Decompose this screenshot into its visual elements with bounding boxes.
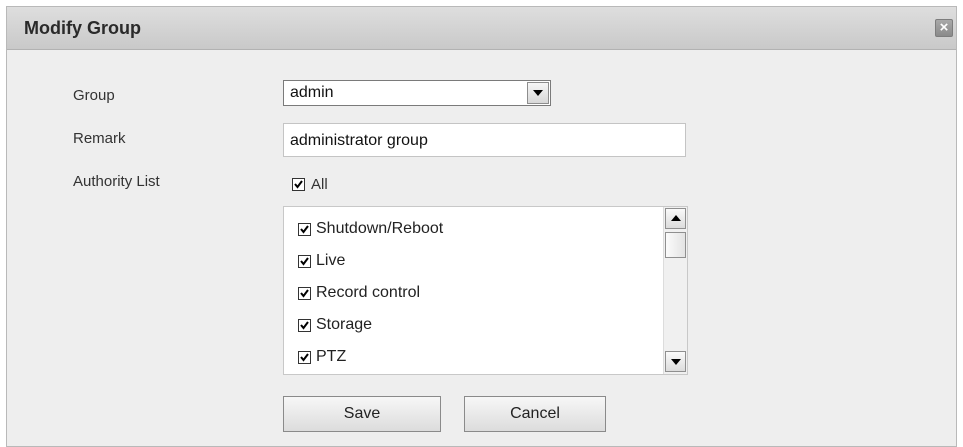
- remark-label: Remark: [73, 130, 126, 147]
- scroll-down-button[interactable]: [665, 351, 686, 372]
- dropdown-button[interactable]: [527, 82, 549, 104]
- authority-item[interactable]: Storage: [298, 315, 658, 335]
- scroll-down-arrow-icon: [671, 359, 681, 365]
- checkmark-icon: [300, 289, 309, 298]
- checkmark-icon: [300, 353, 309, 362]
- scroll-up-arrow-icon: [671, 215, 681, 221]
- save-button[interactable]: Save: [283, 396, 441, 432]
- scroll-thumb[interactable]: [665, 232, 686, 258]
- authority-item-label: Storage: [316, 316, 373, 333]
- authority-item-label: Shutdown/Reboot: [316, 220, 444, 237]
- authority-list-label: Authority List: [73, 173, 160, 190]
- dialog-titlebar: Modify Group ×: [7, 7, 956, 50]
- authority-item-label: Record control: [316, 284, 421, 301]
- authority-checkbox[interactable]: [298, 223, 311, 236]
- authority-item[interactable]: Shutdown/Reboot: [298, 219, 658, 239]
- authority-item[interactable]: Live: [298, 251, 658, 271]
- chevron-down-icon: [533, 90, 543, 96]
- all-checkbox-label: All: [311, 176, 328, 193]
- authority-item-label: PTZ: [316, 348, 347, 365]
- cancel-button[interactable]: Cancel: [464, 396, 606, 432]
- authority-checkbox[interactable]: [298, 287, 311, 300]
- checkmark-icon: [300, 225, 309, 234]
- authority-item[interactable]: Record control: [298, 283, 658, 303]
- checkmark-icon: [294, 180, 303, 189]
- all-checkbox[interactable]: [292, 178, 305, 191]
- authority-checkbox[interactable]: [298, 255, 311, 268]
- listbox-scrollbar[interactable]: [663, 207, 687, 374]
- authority-item[interactable]: PTZ: [298, 347, 658, 367]
- scroll-up-button[interactable]: [665, 208, 686, 229]
- group-select-value: admin: [290, 84, 334, 101]
- modify-group-dialog: Modify Group × Group admin Remark admini…: [6, 6, 957, 447]
- dialog-title: Modify Group: [24, 18, 141, 38]
- authority-checkbox[interactable]: [298, 319, 311, 332]
- remark-input[interactable]: administrator group: [283, 123, 686, 157]
- authority-listbox[interactable]: Shutdown/Reboot Live Record control Storage…: [283, 206, 688, 375]
- checkmark-icon: [300, 321, 309, 330]
- close-icon[interactable]: ×: [935, 19, 953, 37]
- group-label: Group: [73, 87, 115, 104]
- authority-checkbox[interactable]: [298, 351, 311, 364]
- group-select[interactable]: admin: [283, 80, 551, 106]
- checkmark-icon: [300, 257, 309, 266]
- authority-item-label: Live: [316, 252, 346, 269]
- remark-input-value: administrator group: [290, 132, 428, 149]
